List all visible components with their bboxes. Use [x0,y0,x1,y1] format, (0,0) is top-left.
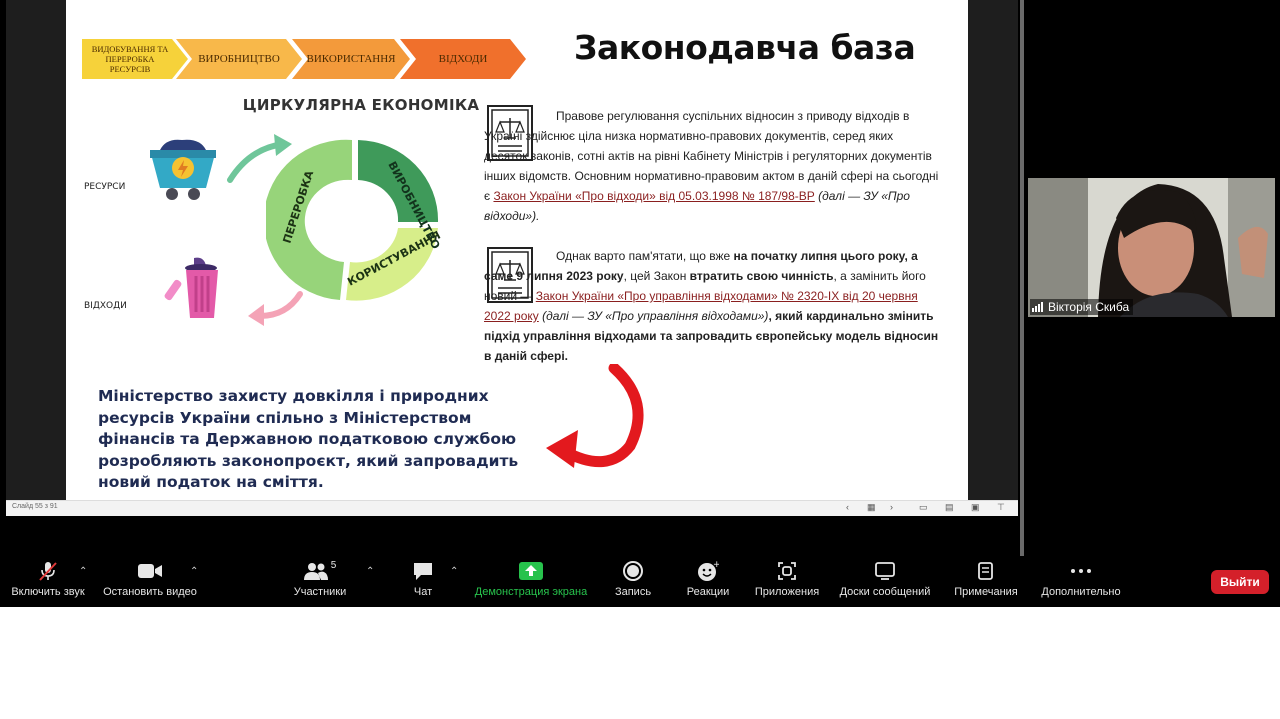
apps-icon [778,562,796,580]
signal-strength-icon [1032,302,1043,312]
record-icon [623,561,643,581]
leave-meeting-button[interactable]: Выйти [1211,570,1269,594]
video-options-chevron-icon[interactable]: ⌃ [190,566,198,577]
whiteboard-icon [875,562,895,580]
meeting-stage: ВИДОБУВАННЯ ТА ПЕРЕРОБКА РЕСУРСІВ ВИРОБН… [0,0,1280,607]
circular-economy-title: ЦИРКУЛЯРНА ЕКОНОМІКА [242,96,480,114]
shared-screen: ВИДОБУВАННЯ ТА ПЕРЕРОБКА РЕСУРСІВ ВИРОБН… [6,0,1018,516]
slide-title: Законодавча база [574,28,916,67]
participants-icon [303,563,328,580]
reading-view-icon[interactable]: ▣ [971,502,980,513]
process-step-production: ВИРОБНИЦТВО [176,39,302,79]
paragraph-legal-basis: Правове регулювання суспільних відносин … [484,109,939,223]
more-button[interactable]: Дополнительно [1036,556,1126,607]
participants-button[interactable]: 5 Участники [285,556,355,607]
presentation-slide: ВИДОБУВАННЯ ТА ПЕРЕРОБКА РЕСУРСІВ ВИРОБН… [66,0,968,500]
participant-name: Вікторія Скиба [1048,300,1130,314]
chat-options-chevron-icon[interactable]: ⌃ [450,566,458,577]
audio-options-chevron-icon[interactable]: ⌃ [79,566,87,577]
vertical-scrollbar[interactable] [1020,0,1024,556]
more-dots-icon [1071,569,1091,573]
apps-button[interactable]: Приложения [750,556,824,607]
stop-video-button[interactable]: Остановить видео [100,556,200,607]
waste-label: ВІДХОДИ [84,301,127,311]
unmute-button[interactable]: Включить звук [8,556,88,607]
presentation-status-bar: Слайд 55 з 91 ‹ ▦ › ▭ ▤ ▣ ⊤ [6,500,1018,516]
participant-name-tag: Вікторія Скиба [1030,299,1134,315]
resources-label: РЕСУРСИ [84,182,126,192]
process-step-waste: ВІДХОДИ [400,39,526,79]
mining-cart-icon [150,139,216,200]
slideshow-view-icon[interactable]: ⊤ [997,502,1005,513]
notes-button[interactable]: Примечания [948,556,1024,607]
participants-options-chevron-icon[interactable]: ⌃ [366,566,374,577]
process-step-extraction: ВИДОБУВАННЯ ТА ПЕРЕРОБКА РЕСУРСІВ [82,39,188,79]
slide-counter: Слайд 55 з 91 [12,503,58,510]
participants-count: 5 [330,560,337,571]
trash-can-icon [164,257,218,318]
record-button[interactable]: Запись [608,556,658,607]
process-step-usage: ВИКОРИСТАННЯ [292,39,410,79]
circular-economy-cycle: ВИРОБНИЦТВО КОРИСТУВАННЯ ПЕРЕРОБКА [266,139,443,301]
share-screen-icon [519,562,543,580]
share-screen-button[interactable]: Демонстрация экрана [470,556,592,607]
microphone-muted-icon [39,562,57,581]
slide-menu-icon[interactable]: ▦ [867,502,876,513]
chat-button[interactable]: Чат [403,556,443,607]
meeting-toolbar: Включить звук ⌃ Остановить видео ⌃ 5 Уча… [0,556,1280,607]
previous-slide-icon[interactable]: ‹ [846,502,849,512]
participant-video-feed [1028,178,1275,317]
chat-bubble-icon [414,563,432,580]
law-on-waste-link[interactable]: Закон України «Про відходи» від 05.03.19… [493,189,814,203]
next-slide-icon[interactable]: › [890,502,893,512]
normal-view-icon[interactable]: ▭ [919,502,928,513]
paragraph-new-law: Однак варто пам'ятати, що вже на початку… [484,249,939,363]
svg-text:+: + [713,560,719,570]
ministry-note: Міністерство захисту довкілля і природни… [98,387,519,491]
emoji-icon: + [698,560,719,581]
reactions-button[interactable]: + Реакции [680,556,736,607]
whiteboards-button[interactable]: Доски сообщений [834,556,936,607]
video-camera-icon [138,564,162,578]
red-curved-arrow-icon [546,364,644,468]
notes-icon [978,562,993,580]
slide-sorter-icon[interactable]: ▤ [945,502,954,513]
participant-video[interactable]: Вікторія Скиба [1028,178,1275,317]
